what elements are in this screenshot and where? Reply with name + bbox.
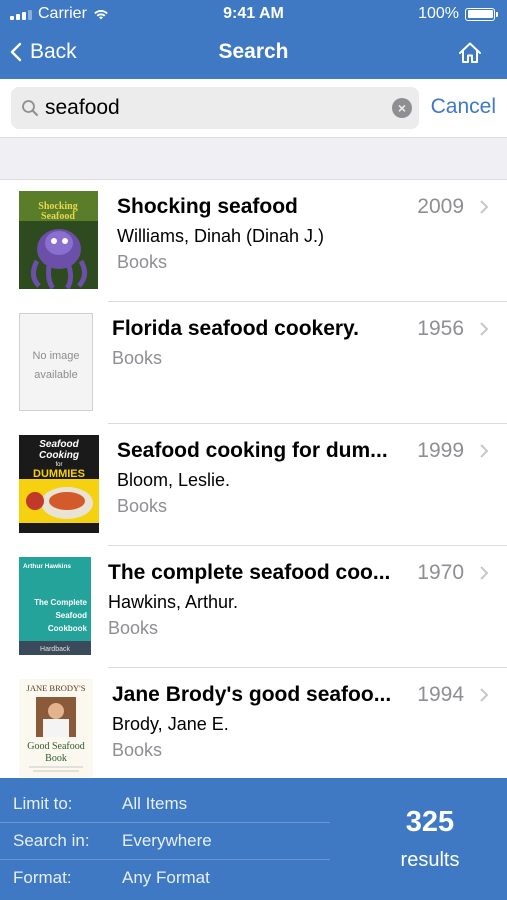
result-author: Brody, Jane E. <box>112 714 229 734</box>
list-item[interactable]: Arthur Hawkins The Complete Seafood Cook… <box>0 546 507 668</box>
result-title: Seafood cooking for dum... <box>117 439 388 462</box>
result-title: Jane Brody's good seafoo... <box>112 683 392 706</box>
svg-text:Good Seafood: Good Seafood <box>27 741 85 752</box>
result-year: 1994 <box>417 683 464 706</box>
placeholder-text: No image <box>32 350 80 362</box>
result-title: The complete seafood coo... <box>108 561 391 584</box>
top-bar: Carrier 9:41 AM 100% Back Search <box>0 0 507 79</box>
svg-text:DUMMIES: DUMMIES <box>33 468 85 480</box>
result-format: Books <box>117 496 168 516</box>
nav-bar: Back Search <box>0 30 507 79</box>
result-author: Bloom, Leslie. <box>117 470 231 490</box>
chevron-right-icon <box>480 444 489 458</box>
svg-text:The Complete: The Complete <box>34 598 87 607</box>
book-cover: JANE BRODY'S Good Seafood Book <box>19 679 93 777</box>
battery-icon <box>465 7 498 21</box>
filter-label: Limit to: <box>13 794 73 813</box>
book-cover: Seafood Cooking for DUMMIES <box>19 435 99 533</box>
search-icon <box>22 100 38 116</box>
result-title: Shocking seafood <box>117 195 298 218</box>
search-box: × <box>11 87 419 129</box>
chevron-right-icon <box>480 200 489 214</box>
filter-search-in[interactable]: Search in: Everywhere <box>0 823 330 860</box>
placeholder-text: available <box>34 369 78 381</box>
svg-text:Arthur Hawkins: Arthur Hawkins <box>23 563 71 570</box>
list-item[interactable]: Shocking Seafood Shocking seafood Willia… <box>0 180 507 302</box>
result-format: Books <box>108 618 159 638</box>
list-item[interactable]: Seafood Cooking for DUMMIES Seafood cook… <box>0 424 507 546</box>
search-row: × Cancel <box>0 79 507 137</box>
result-year: 1999 <box>417 439 464 462</box>
result-format: Books <box>112 740 163 760</box>
home-icon[interactable] <box>457 40 483 66</box>
svg-text:Cookbook: Cookbook <box>48 624 88 633</box>
result-year: 1970 <box>417 561 464 584</box>
chevron-right-icon <box>480 566 489 580</box>
battery-percent: 100% <box>418 5 459 22</box>
status-bar: Carrier 9:41 AM 100% <box>0 0 507 30</box>
svg-text:Seafood: Seafood <box>41 211 75 222</box>
cancel-button[interactable]: Cancel <box>431 95 496 119</box>
svg-text:Cooking: Cooking <box>39 450 79 461</box>
filter-limit-to[interactable]: Limit to: All Items <box>0 786 330 823</box>
svg-text:Seafood: Seafood <box>55 611 87 620</box>
result-format: Books <box>112 348 163 368</box>
filter-format[interactable]: Format: Any Format <box>0 860 330 897</box>
page-title: Search <box>218 40 289 63</box>
search-input[interactable] <box>45 96 375 120</box>
book-cover: Shocking Seafood <box>19 191 98 289</box>
result-year: 1956 <box>417 317 464 340</box>
filter-value: Any Format <box>122 868 210 887</box>
chevron-right-icon <box>480 322 489 336</box>
section-spacer <box>0 137 507 180</box>
book-cover: Arthur Hawkins The Complete Seafood Cook… <box>19 557 91 655</box>
svg-text:Book: Book <box>45 753 67 764</box>
result-author: Hawkins, Arthur. <box>108 592 239 612</box>
no-image-placeholder: No image available <box>19 313 93 411</box>
svg-text:JANE BRODY'S: JANE BRODY'S <box>27 683 86 693</box>
results-count: 325 <box>405 806 455 838</box>
filter-panel: Limit to: All Items Search in: Everywher… <box>0 778 507 900</box>
result-author: Williams, Dinah (Dinah J.) <box>117 226 325 246</box>
list-item[interactable]: JANE BRODY'S Good Seafood Book Jane Brod… <box>0 668 507 778</box>
filter-value: All Items <box>122 794 188 813</box>
results-count-label: results <box>400 849 460 871</box>
chevron-right-icon <box>480 688 489 702</box>
filter-label: Search in: <box>13 831 90 850</box>
filter-value: Everywhere <box>122 831 212 850</box>
results-list[interactable]: Shocking Seafood Shocking seafood Willia… <box>0 180 507 778</box>
result-year: 2009 <box>417 195 464 218</box>
svg-text:Seafood: Seafood <box>39 439 79 450</box>
result-title: Florida seafood cookery. <box>112 317 360 340</box>
clear-search-icon[interactable]: × <box>392 98 412 118</box>
result-format: Books <box>117 252 168 272</box>
list-item[interactable]: No image available Florida seafood cooke… <box>0 302 507 424</box>
filter-label: Format: <box>13 868 72 887</box>
svg-text:Hardback: Hardback <box>40 646 70 653</box>
